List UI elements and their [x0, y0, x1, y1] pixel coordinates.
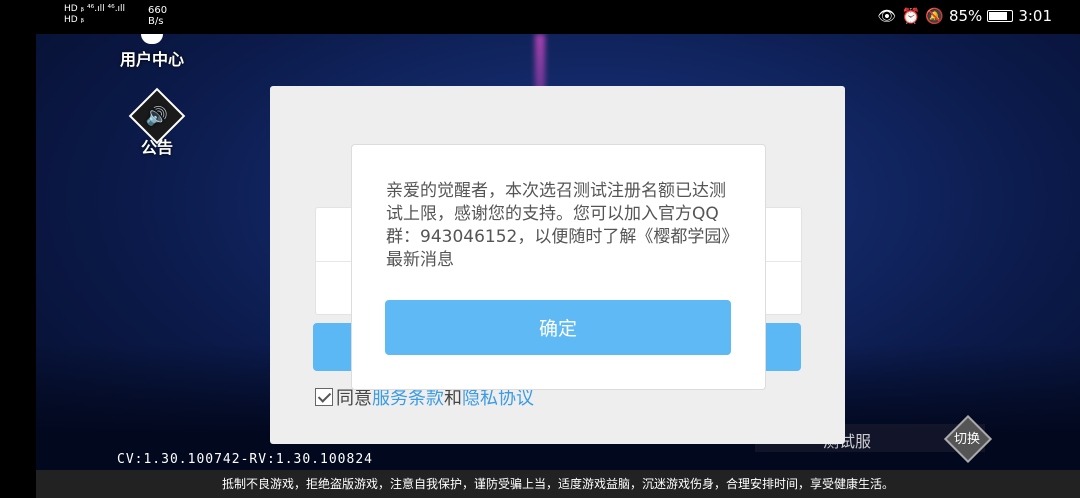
version-label: CV:1.30.100742-RV:1.30.100824 — [117, 452, 373, 467]
status-bar: HD ᵦ ⁴⁶.ıll ⁴⁶.ıll HD ᵦ 660 B/s 👁 ⏰ 🔕 85… — [0, 0, 1080, 34]
network-top: HD ᵦ ⁴⁶.ıll ⁴⁶.ıll — [64, 4, 126, 14]
mute-icon: 🔕 — [925, 7, 944, 25]
battery-icon — [987, 10, 1014, 22]
user-center-label: 用户中心 — [120, 50, 185, 69]
left-black-strip — [0, 34, 36, 498]
battery-percent: 85% — [948, 7, 983, 25]
network-indicator: HD ᵦ ⁴⁶.ıll ⁴⁶.ıll HD ᵦ — [64, 4, 125, 26]
switch-server-button[interactable]: 切换 — [943, 414, 993, 464]
alarm-icon: ⏰ — [901, 7, 921, 25]
network-bottom: HD ᵦ — [64, 15, 85, 25]
agree-checkbox[interactable] — [315, 388, 333, 406]
user-center-button[interactable]: 用户中心 — [120, 28, 184, 70]
eye-icon: 👁 — [877, 7, 897, 25]
network-speed: 660 B/s — [148, 5, 167, 27]
announcement-button[interactable]: 🔊 公告 — [128, 87, 186, 158]
clock: 3:01 — [1018, 7, 1052, 25]
status-right: 👁 ⏰ 🔕 85% 3:01 — [878, 7, 1052, 25]
switch-label: 切换 — [953, 432, 980, 447]
confirm-button[interactable]: 确定 — [385, 300, 731, 355]
battery-fill — [989, 12, 1008, 20]
notice-dialog: 亲爱的觉醒者，本次选召测试注册名额已达测试上限，感谢您的支持。您可以加入官方QQ… — [351, 144, 766, 390]
health-notice-text: 抵制不良游戏，拒绝盗版游戏，注意自我保护，谨防受骗上当，适度游戏益脑，沉迷游戏伤… — [221, 477, 894, 491]
speed-unit: B/s — [148, 16, 164, 27]
speed-value: 660 — [148, 5, 168, 16]
health-notice-bar: 抵制不良游戏，拒绝盗版游戏，注意自我保护，谨防受骗上当，适度游戏益脑，沉迷游戏伤… — [36, 470, 1080, 498]
dialog-message: 亲爱的觉醒者，本次选召测试注册名额已达测试上限，感谢您的支持。您可以加入官方QQ… — [386, 181, 730, 270]
